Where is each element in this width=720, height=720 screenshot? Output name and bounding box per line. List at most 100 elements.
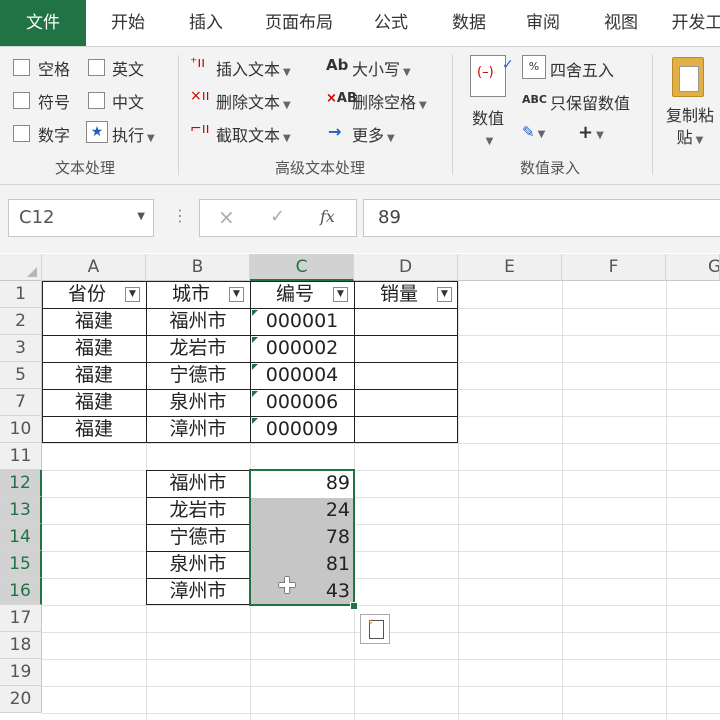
- name-box[interactable]: C12 ▼: [8, 199, 154, 237]
- enter-icon[interactable]: ✓: [270, 206, 285, 227]
- column-header-g[interactable]: G: [666, 254, 720, 281]
- label-chinese: 中文: [112, 93, 145, 112]
- row-header-20[interactable]: 20: [0, 686, 42, 713]
- table-cell[interactable]: 宁德市: [146, 362, 250, 389]
- checkbox-space[interactable]: [13, 59, 30, 76]
- arrow-right-icon: →: [328, 122, 342, 141]
- column-header-e[interactable]: E: [458, 254, 562, 281]
- table-cell[interactable]: 43: [250, 578, 354, 605]
- row-header-17[interactable]: 17: [0, 605, 42, 632]
- row-header-10[interactable]: 10: [0, 416, 42, 443]
- tab-data[interactable]: 数据: [436, 0, 502, 46]
- delete-text-button[interactable]: 删除文本 ▼: [216, 89, 291, 113]
- formula-input[interactable]: 89: [363, 199, 720, 237]
- row-header-18[interactable]: 18: [0, 632, 42, 659]
- delete-space-button[interactable]: 删除空格 ▼: [352, 89, 427, 113]
- table-cell[interactable]: 福建: [42, 308, 146, 335]
- gridline: [42, 578, 720, 579]
- filter-dropdown-icon[interactable]: ▼: [437, 287, 452, 302]
- chevron-down-icon[interactable]: ▼: [137, 211, 145, 222]
- row-header-12[interactable]: 12: [0, 470, 42, 497]
- tab-page-layout[interactable]: 页面布局: [252, 0, 346, 46]
- table-cell[interactable]: 漳州市: [146, 416, 250, 443]
- insert-text-button[interactable]: 插入文本 ▼: [216, 56, 291, 80]
- table-cell[interactable]: 福州市: [146, 308, 250, 335]
- filter-dropdown-icon[interactable]: ▼: [333, 287, 348, 302]
- copy-paste-button[interactable]: 复制粘贴 ▼: [662, 105, 718, 152]
- tab-view[interactable]: 视图: [588, 0, 654, 46]
- table-cell[interactable]: 福建: [42, 416, 146, 443]
- table-cell[interactable]: 000002: [250, 335, 354, 362]
- row-header-7[interactable]: 7: [0, 389, 42, 416]
- extract-text-button[interactable]: 截取文本 ▼: [216, 122, 291, 146]
- column-header-f[interactable]: F: [562, 254, 666, 281]
- table-cell[interactable]: 000001: [250, 308, 354, 335]
- value-icon: (–): [470, 55, 506, 97]
- column-header-a[interactable]: A: [42, 254, 146, 281]
- worksheet-grid[interactable]: A B C D E F G 1 2 3 5 7 10 11 12 13 14 1…: [0, 254, 720, 720]
- gridline: [42, 443, 720, 444]
- table-cell[interactable]: 000009: [250, 416, 354, 443]
- value-button[interactable]: 数值 ▼: [470, 105, 506, 148]
- table-cell[interactable]: 000004: [250, 362, 354, 389]
- table-cell[interactable]: 24: [250, 497, 354, 524]
- filter-active-icon[interactable]: ▼: [229, 287, 244, 302]
- checkbox-number[interactable]: [13, 125, 30, 142]
- row-header-11[interactable]: 11: [0, 443, 42, 470]
- table-cell[interactable]: 000006: [250, 389, 354, 416]
- tab-formulas[interactable]: 公式: [358, 0, 424, 46]
- tab-file[interactable]: 文件: [0, 0, 86, 46]
- table-cell[interactable]: 漳州市: [146, 578, 250, 605]
- keep-value-button[interactable]: 只保留数值: [550, 90, 630, 114]
- table-cell[interactable]: 福州市: [146, 470, 250, 497]
- table-cell[interactable]: 福建: [42, 389, 146, 416]
- row-header-15[interactable]: 15: [0, 551, 42, 578]
- error-indicator-icon: [252, 310, 258, 316]
- row-header-13[interactable]: 13: [0, 497, 42, 524]
- table-cell[interactable]: 宁德市: [146, 524, 250, 551]
- column-header-c[interactable]: C: [250, 254, 354, 281]
- cancel-icon[interactable]: ×: [218, 205, 235, 229]
- table-cell[interactable]: 龙岩市: [146, 335, 250, 362]
- table-cell[interactable]: 龙岩市: [146, 497, 250, 524]
- column-header-d[interactable]: D: [354, 254, 458, 281]
- column-header-b[interactable]: B: [146, 254, 250, 281]
- quick-analysis-button[interactable]: ⚡: [360, 614, 390, 644]
- table-cell[interactable]: 78: [250, 524, 354, 551]
- tab-developer[interactable]: 开发工: [664, 0, 720, 46]
- execute-button[interactable]: 执行 ▼: [112, 122, 155, 146]
- ribbon-tab-bar: 文件 开始 插入 页面布局 公式 数据 审阅 视图 开发工: [0, 0, 720, 47]
- edit-icon[interactable]: ✎ ▼: [522, 123, 545, 141]
- checkbox-chinese[interactable]: [88, 92, 105, 109]
- plus-icon[interactable]: + ▼: [578, 122, 604, 143]
- tab-review[interactable]: 审阅: [510, 0, 576, 46]
- row-header-1[interactable]: 1: [0, 281, 42, 308]
- row-header-3[interactable]: 3: [0, 335, 42, 362]
- table-cell[interactable]: 89: [250, 470, 354, 497]
- fx-icon[interactable]: fx: [320, 207, 335, 226]
- more-button[interactable]: 更多 ▼: [352, 122, 395, 146]
- table-cell[interactable]: 81: [250, 551, 354, 578]
- row-header-5[interactable]: 5: [0, 362, 42, 389]
- row-header-19[interactable]: 19: [0, 659, 42, 686]
- group-label-text-processing: 文本处理: [54, 159, 115, 177]
- table-cell[interactable]: 福建: [42, 362, 146, 389]
- row-header-16[interactable]: 16: [0, 578, 42, 605]
- execute-star-icon[interactable]: ★: [86, 121, 108, 143]
- table-cell[interactable]: 泉州市: [146, 551, 250, 578]
- formula-value: 89: [378, 207, 401, 228]
- insert-text-icon: ⁺ıı: [190, 55, 206, 71]
- filter-dropdown-icon[interactable]: ▼: [125, 287, 140, 302]
- tab-home[interactable]: 开始: [92, 0, 164, 46]
- table-cell[interactable]: 福建: [42, 335, 146, 362]
- table-cell[interactable]: 泉州市: [146, 389, 250, 416]
- row-header-2[interactable]: 2: [0, 308, 42, 335]
- checkbox-english[interactable]: [88, 59, 105, 76]
- round-button[interactable]: 四舍五入: [550, 57, 614, 81]
- tab-insert[interactable]: 插入: [170, 0, 242, 46]
- select-all-corner[interactable]: [0, 254, 42, 281]
- case-button[interactable]: 大小写 ▼: [352, 56, 411, 80]
- gridline: [458, 281, 459, 720]
- checkbox-symbol[interactable]: [13, 92, 30, 109]
- row-header-14[interactable]: 14: [0, 524, 42, 551]
